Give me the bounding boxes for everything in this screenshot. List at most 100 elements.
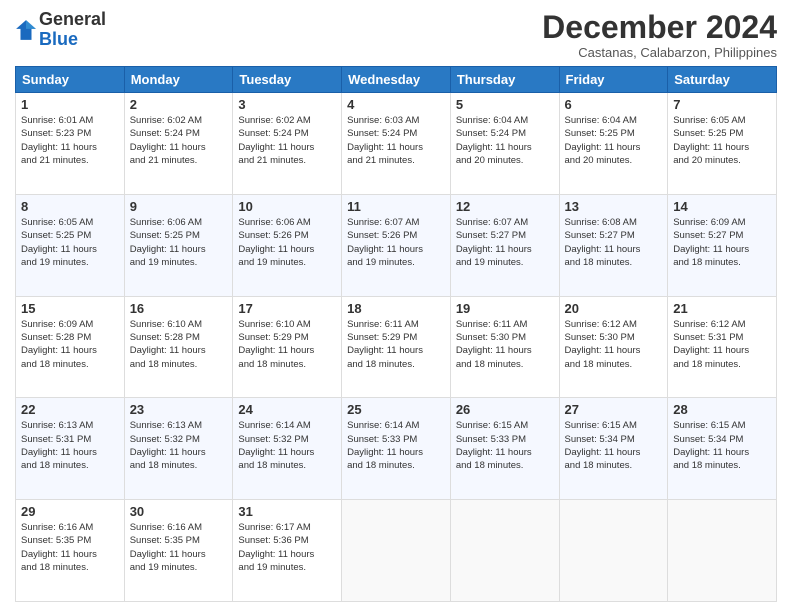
header-wednesday: Wednesday	[342, 67, 451, 93]
day-info: Sunrise: 6:06 AM Sunset: 5:26 PM Dayligh…	[238, 216, 336, 269]
day-cell: 6 Sunrise: 6:04 AM Sunset: 5:25 PM Daylig…	[559, 93, 668, 195]
week-row-2: 8Sunrise: 6:05 AM Sunset: 5:25 PM Daylig…	[16, 194, 777, 296]
day-cell: 30 Sunrise: 6:16 AM Sunset: 5:35 PM Dayli…	[124, 500, 233, 602]
day-number: 9	[130, 199, 228, 214]
day-number: 18	[347, 301, 445, 316]
day-info: Sunrise: 6:17 AM Sunset: 5:36 PM Dayligh…	[238, 521, 336, 574]
day-info: Sunrise: 6:09 AM Sunset: 5:27 PM Dayligh…	[673, 216, 771, 269]
day-number: 1	[21, 97, 119, 112]
day-number: 8	[21, 199, 119, 214]
day-number: 20	[565, 301, 663, 316]
day-cell	[559, 500, 668, 602]
day-number: 31	[238, 504, 336, 519]
day-info: Sunrise: 6:10 AM Sunset: 5:29 PM Dayligh…	[238, 318, 336, 371]
day-info: Sunrise: 6:16 AM Sunset: 5:35 PM Dayligh…	[130, 521, 228, 574]
day-cell	[342, 500, 451, 602]
day-number: 5	[456, 97, 554, 112]
day-cell: 20Sunrise: 6:12 AM Sunset: 5:30 PM Dayli…	[559, 296, 668, 398]
day-info: Sunrise: 6:01 AM Sunset: 5:23 PM Dayligh…	[21, 114, 119, 167]
day-info: Sunrise: 6:11 AM Sunset: 5:30 PM Dayligh…	[456, 318, 554, 371]
day-info: Sunrise: 6:03 AM Sunset: 5:24 PM Dayligh…	[347, 114, 445, 167]
day-info: Sunrise: 6:10 AM Sunset: 5:28 PM Dayligh…	[130, 318, 228, 371]
day-cell	[668, 500, 777, 602]
day-number: 4	[347, 97, 445, 112]
day-number: 6	[565, 97, 663, 112]
logo-general: General	[39, 9, 106, 29]
day-cell: 14 Sunrise: 6:09 AM Sunset: 5:27 PM Dayli…	[668, 194, 777, 296]
day-info: Sunrise: 6:14 AM Sunset: 5:33 PM Dayligh…	[347, 419, 445, 472]
day-info: Sunrise: 6:15 AM Sunset: 5:34 PM Dayligh…	[673, 419, 771, 472]
day-cell: 15 Sunrise: 6:09 AM Sunset: 5:28 PM Dayli…	[16, 296, 125, 398]
day-number: 7	[673, 97, 771, 112]
day-cell: 3 Sunrise: 6:02 AM Sunset: 5:24 PM Daylig…	[233, 93, 342, 195]
header-tuesday: Tuesday	[233, 67, 342, 93]
day-number: 15	[21, 301, 119, 316]
day-cell: 8Sunrise: 6:05 AM Sunset: 5:25 PM Daylig…	[16, 194, 125, 296]
day-cell: 17Sunrise: 6:10 AM Sunset: 5:29 PM Dayli…	[233, 296, 342, 398]
month-title: December 2024	[542, 10, 777, 45]
day-number: 24	[238, 402, 336, 417]
day-number: 10	[238, 199, 336, 214]
day-cell: 23 Sunrise: 6:13 AM Sunset: 5:32 PM Dayli…	[124, 398, 233, 500]
day-number: 13	[565, 199, 663, 214]
day-info: Sunrise: 6:05 AM Sunset: 5:25 PM Dayligh…	[673, 114, 771, 167]
header-thursday: Thursday	[450, 67, 559, 93]
day-cell: 27Sunrise: 6:15 AM Sunset: 5:34 PM Dayli…	[559, 398, 668, 500]
logo-blue: Blue	[39, 29, 78, 49]
day-cell: 21Sunrise: 6:12 AM Sunset: 5:31 PM Dayli…	[668, 296, 777, 398]
day-cell: 25 Sunrise: 6:14 AM Sunset: 5:33 PM Dayli…	[342, 398, 451, 500]
day-cell: 7 Sunrise: 6:05 AM Sunset: 5:25 PM Daylig…	[668, 93, 777, 195]
day-number: 12	[456, 199, 554, 214]
day-number: 14	[673, 199, 771, 214]
day-number: 25	[347, 402, 445, 417]
day-number: 11	[347, 199, 445, 214]
week-row-5: 29Sunrise: 6:16 AM Sunset: 5:35 PM Dayli…	[16, 500, 777, 602]
day-number: 23	[130, 402, 228, 417]
week-row-1: 1 Sunrise: 6:01 AM Sunset: 5:23 PM Daylig…	[16, 93, 777, 195]
day-info: Sunrise: 6:02 AM Sunset: 5:24 PM Dayligh…	[238, 114, 336, 167]
title-section: December 2024 Castanas, Calabarzon, Phil…	[542, 10, 777, 60]
calendar-table: Sunday Monday Tuesday Wednesday Thursday…	[15, 66, 777, 602]
week-row-4: 22Sunrise: 6:13 AM Sunset: 5:31 PM Dayli…	[16, 398, 777, 500]
day-cell: 5 Sunrise: 6:04 AM Sunset: 5:24 PM Daylig…	[450, 93, 559, 195]
day-cell: 9Sunrise: 6:06 AM Sunset: 5:25 PM Daylig…	[124, 194, 233, 296]
header-saturday: Saturday	[668, 67, 777, 93]
day-info: Sunrise: 6:09 AM Sunset: 5:28 PM Dayligh…	[21, 318, 119, 371]
day-cell: 10 Sunrise: 6:06 AM Sunset: 5:26 PM Dayli…	[233, 194, 342, 296]
day-info: Sunrise: 6:02 AM Sunset: 5:24 PM Dayligh…	[130, 114, 228, 167]
day-number: 19	[456, 301, 554, 316]
day-number: 22	[21, 402, 119, 417]
day-cell: 29Sunrise: 6:16 AM Sunset: 5:35 PM Dayli…	[16, 500, 125, 602]
day-number: 28	[673, 402, 771, 417]
day-cell: 4 Sunrise: 6:03 AM Sunset: 5:24 PM Daylig…	[342, 93, 451, 195]
header-monday: Monday	[124, 67, 233, 93]
logo-icon	[15, 19, 37, 41]
day-cell: 11Sunrise: 6:07 AM Sunset: 5:26 PM Dayli…	[342, 194, 451, 296]
location: Castanas, Calabarzon, Philippines	[542, 45, 777, 60]
day-info: Sunrise: 6:08 AM Sunset: 5:27 PM Dayligh…	[565, 216, 663, 269]
day-info: Sunrise: 6:11 AM Sunset: 5:29 PM Dayligh…	[347, 318, 445, 371]
day-cell: 24 Sunrise: 6:14 AM Sunset: 5:32 PM Dayli…	[233, 398, 342, 500]
day-cell: 19 Sunrise: 6:11 AM Sunset: 5:30 PM Dayli…	[450, 296, 559, 398]
day-number: 21	[673, 301, 771, 316]
day-cell: 2 Sunrise: 6:02 AM Sunset: 5:24 PM Daylig…	[124, 93, 233, 195]
day-info: Sunrise: 6:15 AM Sunset: 5:34 PM Dayligh…	[565, 419, 663, 472]
day-number: 2	[130, 97, 228, 112]
day-number: 30	[130, 504, 228, 519]
logo-text: General Blue	[39, 10, 106, 50]
logo: General Blue	[15, 10, 106, 50]
day-cell: 26Sunrise: 6:15 AM Sunset: 5:33 PM Dayli…	[450, 398, 559, 500]
day-info: Sunrise: 6:14 AM Sunset: 5:32 PM Dayligh…	[238, 419, 336, 472]
header: General Blue December 2024 Castanas, Cal…	[15, 10, 777, 60]
day-cell: 16Sunrise: 6:10 AM Sunset: 5:28 PM Dayli…	[124, 296, 233, 398]
day-cell: 31 Sunrise: 6:17 AM Sunset: 5:36 PM Dayli…	[233, 500, 342, 602]
day-info: Sunrise: 6:13 AM Sunset: 5:32 PM Dayligh…	[130, 419, 228, 472]
day-number: 3	[238, 97, 336, 112]
day-cell: 28 Sunrise: 6:15 AM Sunset: 5:34 PM Dayli…	[668, 398, 777, 500]
day-info: Sunrise: 6:04 AM Sunset: 5:24 PM Dayligh…	[456, 114, 554, 167]
day-info: Sunrise: 6:16 AM Sunset: 5:35 PM Dayligh…	[21, 521, 119, 574]
day-info: Sunrise: 6:04 AM Sunset: 5:25 PM Dayligh…	[565, 114, 663, 167]
day-number: 26	[456, 402, 554, 417]
week-row-3: 15 Sunrise: 6:09 AM Sunset: 5:28 PM Dayli…	[16, 296, 777, 398]
day-cell: 1 Sunrise: 6:01 AM Sunset: 5:23 PM Daylig…	[16, 93, 125, 195]
